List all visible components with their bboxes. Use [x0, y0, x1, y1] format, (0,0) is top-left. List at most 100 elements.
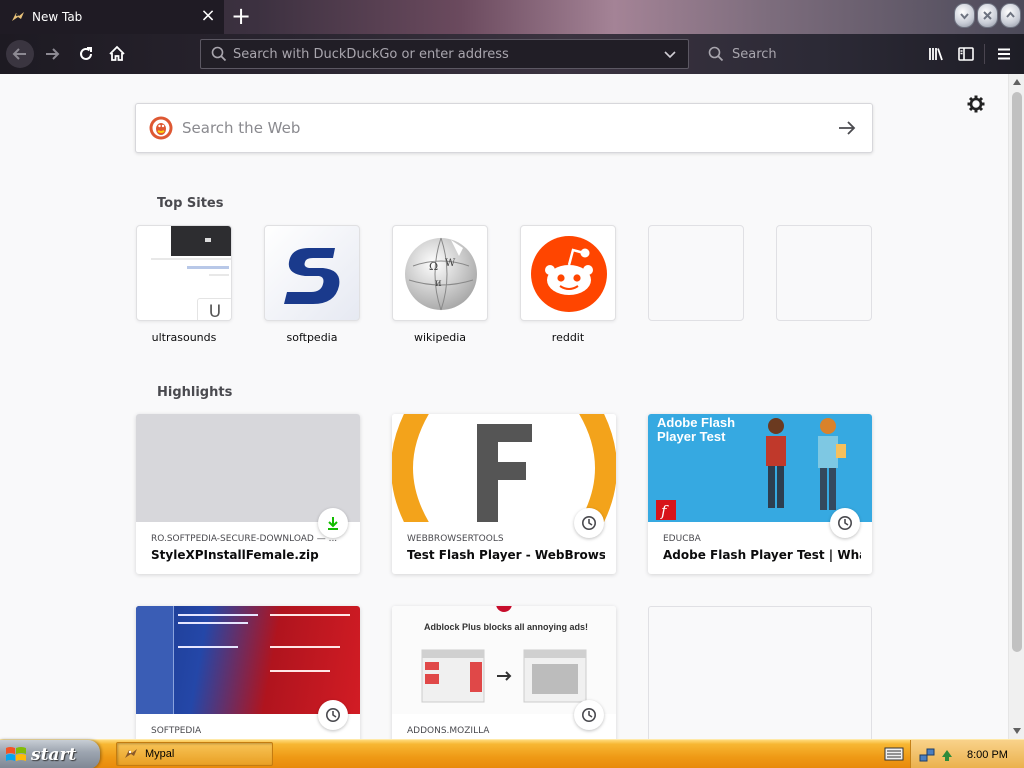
svg-text:и: и	[435, 278, 442, 289]
minimize-button[interactable]	[954, 3, 975, 28]
new-tab-page: Top Sites U ultrasounds softpedia Ω	[0, 74, 1008, 739]
card-thumbnail	[136, 414, 360, 522]
flash-f-thumbnail	[392, 414, 616, 522]
back-arrow-icon	[12, 48, 26, 60]
clock-icon	[574, 700, 604, 730]
web-search-box[interactable]	[135, 103, 873, 153]
address-bar[interactable]	[200, 39, 689, 69]
highlight-card-empty	[648, 606, 872, 739]
menu-button[interactable]	[990, 40, 1018, 68]
start-button[interactable]: start	[0, 740, 100, 768]
web-search-input[interactable]	[182, 119, 836, 137]
home-icon	[109, 45, 125, 61]
scrollbar-thumb[interactable]	[1012, 92, 1022, 652]
forward-button[interactable]	[38, 40, 66, 68]
clock-icon	[574, 508, 604, 538]
top-site-wikipedia[interactable]: Ω W и wikipedia	[392, 225, 488, 345]
top-site-label: wikipedia	[413, 331, 466, 344]
page-scrollbar[interactable]	[1008, 74, 1024, 739]
download-icon	[318, 508, 348, 538]
start-label: start	[31, 744, 77, 765]
sidebar-button[interactable]	[952, 40, 980, 68]
network-icon[interactable]	[919, 747, 935, 763]
gear-icon[interactable]	[966, 94, 986, 114]
card-host: ADDONS.MOZILLA	[407, 726, 490, 736]
library-button[interactable]	[922, 40, 950, 68]
softpedia-logo	[264, 225, 360, 321]
search-icon	[211, 46, 227, 62]
library-icon	[929, 48, 943, 61]
card-title: Adobe Flash Player Test | What is...	[663, 548, 861, 562]
svg-text:W: W	[445, 258, 456, 269]
scroll-up-arrow-icon[interactable]	[1009, 74, 1024, 90]
top-site-empty-slot[interactable]	[776, 225, 872, 345]
maximize-button[interactable]	[977, 3, 998, 28]
style-xp-thumbnail	[136, 606, 360, 714]
highlights-heading: Highlights	[157, 385, 233, 400]
home-button[interactable]	[103, 40, 131, 68]
highlight-card[interactable]: Adobe Flash Player Test f EDUCBA Adobe F…	[648, 414, 872, 574]
card-host: WEBBROWSERTOOLS	[407, 534, 504, 544]
clock: 8:00 PM	[967, 748, 1008, 761]
highlight-card[interactable]: WEBBROWSERTOOLS Test Flash Player - WebB…	[392, 414, 616, 574]
close-icon	[1006, 11, 1015, 18]
minimize-icon	[960, 13, 969, 20]
arrow-right-icon[interactable]	[836, 117, 858, 139]
keyboard-icon[interactable]	[884, 745, 904, 763]
site-thumbnail: U	[136, 225, 232, 321]
mypal-icon	[12, 12, 24, 21]
scroll-down-arrow-icon[interactable]	[1009, 723, 1024, 739]
navigation-toolbar	[0, 34, 1024, 74]
empty-tile	[776, 225, 872, 321]
toolbar-separator	[984, 44, 985, 64]
safely-remove-hardware-icon[interactable]	[939, 747, 955, 763]
card-title: StyleXPInstallFemale.zip	[151, 548, 319, 562]
card-title: Test Flash Player - WebBrowser...	[407, 548, 605, 562]
card-host: EDUCBA	[663, 534, 701, 544]
clock-icon	[318, 700, 348, 730]
top-sites-heading: Top Sites	[157, 196, 224, 211]
clock-icon	[830, 508, 860, 538]
highlight-card[interactable]: Adblock Plus blocks all annoying ads! AD…	[392, 606, 616, 739]
card-host: RO.SOFTPEDIA-SECURE-DOWNLOAD — ...	[151, 534, 338, 544]
card-host: SOFTPEDIA	[151, 726, 202, 736]
duckduckgo-icon	[149, 116, 173, 140]
top-site-label: ultrasounds	[151, 331, 217, 344]
top-site-label	[648, 331, 744, 345]
top-site-label	[776, 331, 872, 345]
reload-button[interactable]	[72, 40, 100, 68]
search-bar[interactable]	[698, 39, 908, 69]
top-site-label: reddit	[551, 331, 585, 344]
top-site-reddit[interactable]: reddit	[520, 225, 616, 345]
top-site-softpedia[interactable]: softpedia	[264, 225, 360, 345]
taskbar-item-mypal[interactable]: Mypal	[116, 742, 273, 766]
highlight-card[interactable]: SOFTPEDIA	[136, 606, 360, 739]
educba-thumbnail: Adobe Flash Player Test f	[648, 414, 872, 522]
close-window-button[interactable]	[1000, 3, 1021, 28]
search-icon	[708, 46, 724, 62]
empty-tile	[648, 225, 744, 321]
adblock-thumbnail: Adblock Plus blocks all annoying ads!	[392, 606, 616, 714]
tab-new-tab[interactable]: New Tab ×	[0, 0, 224, 34]
system-tray: 8:00 PM	[910, 740, 1024, 768]
maximize-icon	[983, 11, 992, 20]
top-site-ultrasounds[interactable]: U ultrasounds	[136, 225, 232, 345]
reload-icon	[80, 47, 92, 60]
top-site-label: softpedia	[286, 331, 338, 344]
taskbar-item-label: Mypal	[145, 748, 175, 760]
search-input[interactable]	[732, 46, 908, 62]
windows-flag-icon	[6, 746, 26, 761]
top-site-empty-slot[interactable]	[648, 225, 744, 345]
chevron-down-icon[interactable]	[662, 46, 680, 62]
new-tab-button[interactable]: +	[228, 4, 254, 30]
wikipedia-globe-logo: Ω W и	[392, 225, 488, 321]
address-input[interactable]	[233, 46, 662, 62]
close-tab-icon[interactable]: ×	[198, 7, 218, 27]
back-button[interactable]	[6, 40, 34, 68]
site-letter: U	[197, 298, 231, 320]
sidebar-icon	[958, 47, 974, 61]
taskbar: start Mypal 8:00 PM	[0, 739, 1024, 768]
forward-arrow-icon	[46, 48, 60, 60]
highlight-card[interactable]: RO.SOFTPEDIA-SECURE-DOWNLOAD — ... Style…	[136, 414, 360, 574]
tab-title: New Tab	[32, 10, 83, 24]
